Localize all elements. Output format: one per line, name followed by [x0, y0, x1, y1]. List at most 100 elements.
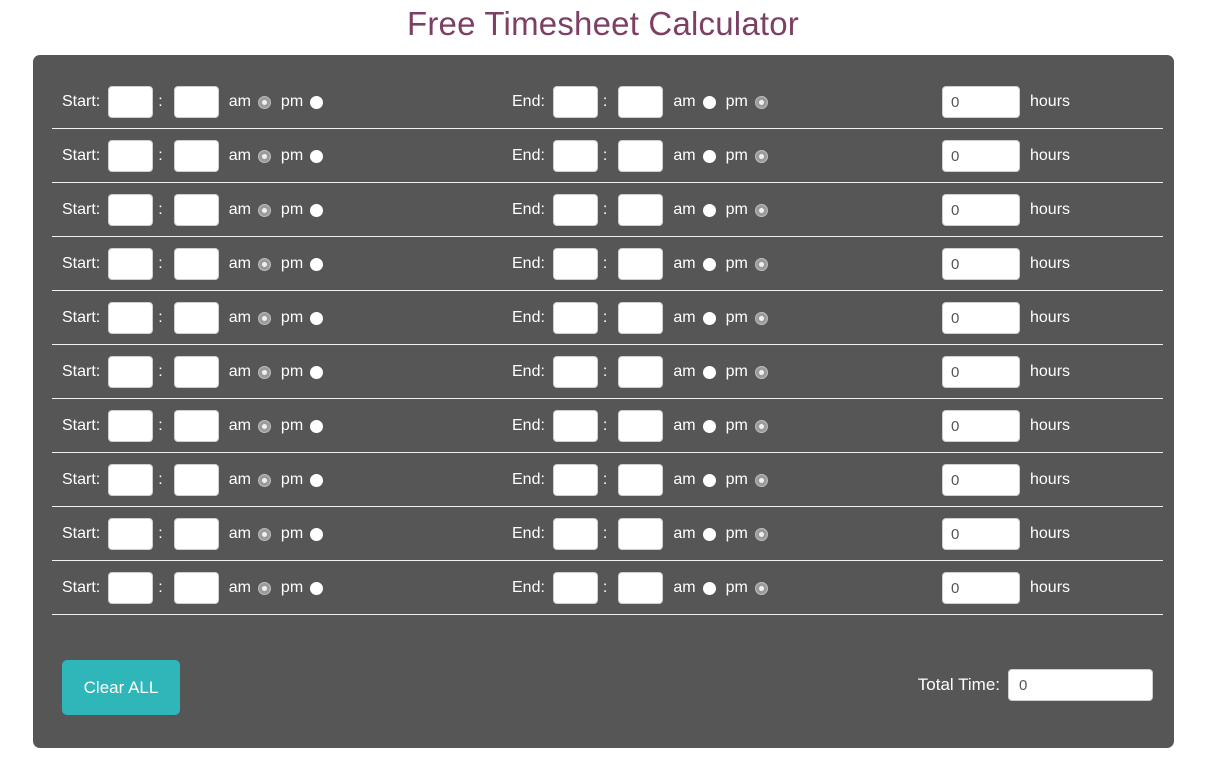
end-am-radio[interactable] [702, 527, 716, 541]
hours-input[interactable] [942, 572, 1020, 604]
start-am-radio[interactable] [257, 473, 271, 487]
end-pm-radio[interactable] [754, 311, 768, 325]
total-time-input[interactable] [1008, 669, 1153, 701]
start-minute-input[interactable] [173, 194, 219, 226]
start-pm-radio[interactable] [310, 581, 324, 595]
start-hour-input[interactable] [108, 356, 154, 388]
hours-group: hours [942, 129, 1070, 183]
start-am-radio[interactable] [257, 527, 271, 541]
start-pm-radio[interactable] [310, 149, 324, 163]
hours-input[interactable] [942, 518, 1020, 550]
start-am-radio[interactable] [257, 203, 271, 217]
end-minute-input[interactable] [618, 194, 664, 226]
start-pm-radio[interactable] [310, 257, 324, 271]
hours-input[interactable] [942, 194, 1020, 226]
start-minute-input[interactable] [173, 356, 219, 388]
end-hour-input[interactable] [552, 572, 598, 604]
start-hour-input[interactable] [108, 140, 154, 172]
start-hour-input[interactable] [108, 572, 154, 604]
end-pm-radio[interactable] [754, 419, 768, 433]
end-minute-input[interactable] [618, 248, 664, 280]
end-hour-input[interactable] [552, 194, 598, 226]
hours-input[interactable] [942, 302, 1020, 334]
end-minute-input[interactable] [618, 140, 664, 172]
end-minute-input[interactable] [618, 572, 664, 604]
start-pm-radio[interactable] [310, 365, 324, 379]
end-pm-radio[interactable] [754, 203, 768, 217]
start-am-radio[interactable] [257, 581, 271, 595]
start-am-radio[interactable] [257, 149, 271, 163]
end-am-radio[interactable] [702, 203, 716, 217]
start-minute-input[interactable] [173, 464, 219, 496]
start-am-radio[interactable] [257, 311, 271, 325]
end-hour-input[interactable] [552, 86, 598, 118]
end-pm-radio[interactable] [754, 149, 768, 163]
end-minute-input[interactable] [618, 464, 664, 496]
start-hour-input[interactable] [108, 194, 154, 226]
hours-input[interactable] [942, 86, 1020, 118]
hours-label: hours [1030, 93, 1071, 110]
end-pm-radio[interactable] [754, 365, 768, 379]
start-minute-input[interactable] [173, 518, 219, 550]
start-minute-input[interactable] [173, 302, 219, 334]
start-minute-input[interactable] [173, 86, 219, 118]
end-hour-input[interactable] [552, 302, 598, 334]
start-hour-input[interactable] [108, 464, 154, 496]
start-minute-input[interactable] [173, 140, 219, 172]
end-hour-input[interactable] [552, 518, 598, 550]
end-hour-input[interactable] [552, 356, 598, 388]
end-hour-input[interactable] [552, 140, 598, 172]
start-minute-input[interactable] [173, 248, 219, 280]
end-hour-input[interactable] [552, 248, 598, 280]
end-pm-radio[interactable] [754, 95, 768, 109]
start-pm-radio[interactable] [310, 527, 324, 541]
end-minute-input[interactable] [618, 410, 664, 442]
end-pm-radio[interactable] [754, 473, 768, 487]
end-am-radio[interactable] [702, 311, 716, 325]
end-minute-input[interactable] [618, 302, 664, 334]
start-am-radio[interactable] [257, 95, 271, 109]
end-label: End: [512, 255, 545, 272]
start-hour-input[interactable] [108, 302, 154, 334]
hours-input[interactable] [942, 248, 1020, 280]
end-label: End: [512, 417, 545, 434]
end-am-radio[interactable] [702, 473, 716, 487]
start-hour-input[interactable] [108, 248, 154, 280]
end-minute-input[interactable] [618, 86, 664, 118]
end-pm-radio[interactable] [754, 527, 768, 541]
hours-input[interactable] [942, 356, 1020, 388]
start-pm-radio[interactable] [310, 95, 324, 109]
end-am-label: am [673, 309, 696, 326]
end-am-radio[interactable] [702, 149, 716, 163]
end-am-label: am [673, 255, 696, 272]
end-am-radio[interactable] [702, 581, 716, 595]
start-minute-input[interactable] [173, 410, 219, 442]
end-am-radio[interactable] [702, 365, 716, 379]
start-hour-input[interactable] [108, 518, 154, 550]
end-hour-input[interactable] [552, 464, 598, 496]
hours-input[interactable] [942, 464, 1020, 496]
end-minute-input[interactable] [618, 356, 664, 388]
hours-group: hours [942, 75, 1070, 129]
end-am-radio[interactable] [702, 257, 716, 271]
start-pm-radio[interactable] [310, 473, 324, 487]
start-hour-input[interactable] [108, 86, 154, 118]
start-hour-input[interactable] [108, 410, 154, 442]
end-minute-input[interactable] [618, 518, 664, 550]
start-minute-input[interactable] [173, 572, 219, 604]
hours-input[interactable] [942, 140, 1020, 172]
hours-input[interactable] [942, 410, 1020, 442]
clear-all-button[interactable]: Clear ALL [62, 660, 180, 715]
end-am-radio[interactable] [702, 95, 716, 109]
end-pm-radio[interactable] [754, 581, 768, 595]
start-pm-radio[interactable] [310, 203, 324, 217]
total-time-group: Total Time: [918, 669, 1153, 701]
end-hour-input[interactable] [552, 410, 598, 442]
start-am-radio[interactable] [257, 365, 271, 379]
end-am-radio[interactable] [702, 419, 716, 433]
start-pm-radio[interactable] [310, 311, 324, 325]
start-pm-radio[interactable] [310, 419, 324, 433]
start-am-radio[interactable] [257, 419, 271, 433]
end-pm-radio[interactable] [754, 257, 768, 271]
start-am-radio[interactable] [257, 257, 271, 271]
